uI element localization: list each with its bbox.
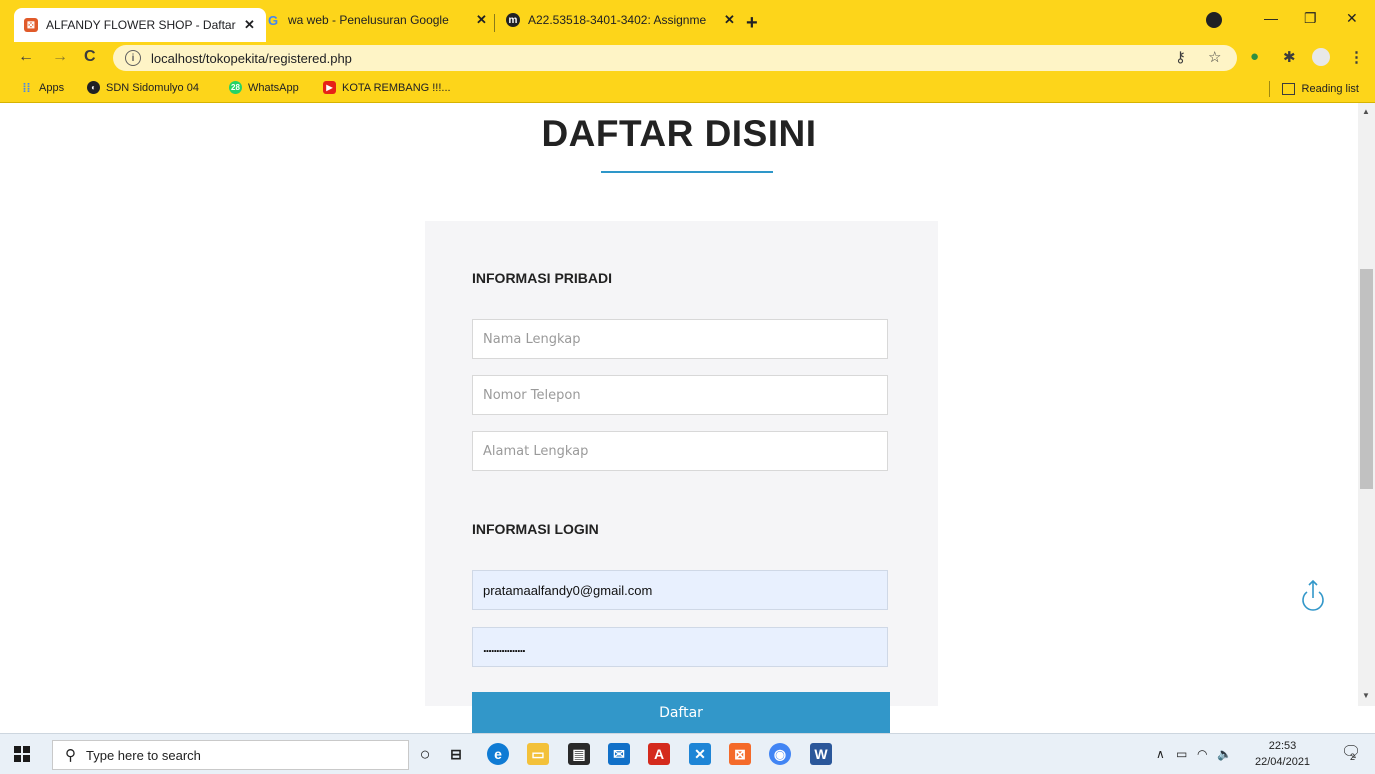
menu-kebab-icon[interactable]: ⋮: [1349, 48, 1364, 66]
word-icon[interactable]: W: [810, 743, 832, 765]
tray-chevron-icon[interactable]: ∧: [1156, 747, 1165, 761]
windows-start-icon[interactable]: [14, 746, 30, 762]
tab-separator: [494, 14, 495, 32]
bookmark-whatsapp[interactable]: 28 WhatsApp: [229, 81, 299, 94]
scroll-down-arrow-icon[interactable]: ▼: [1362, 691, 1370, 700]
wifi-icon[interactable]: ◠: [1197, 747, 1207, 761]
scrollbar-thumb[interactable]: [1360, 269, 1373, 489]
daftar-submit-button[interactable]: Daftar: [472, 692, 890, 734]
battery-icon[interactable]: ▭: [1176, 747, 1187, 761]
vscode-icon[interactable]: ✕: [689, 743, 711, 765]
notification-count: 2: [1350, 752, 1356, 762]
reading-list-icon: [1281, 83, 1295, 95]
bookmark-label: SDN Sidomulyo 04: [106, 81, 199, 94]
divider: [1268, 81, 1270, 97]
chrome-icon[interactable]: ◉: [769, 743, 791, 765]
tab-google-search[interactable]: G wa web - Penelusuran Google ✕: [266, 6, 488, 34]
cortana-icon[interactable]: ○: [414, 743, 436, 765]
reading-list-label: Reading list: [1301, 83, 1359, 95]
google-favicon-icon: G: [267, 12, 279, 28]
scroll-to-top-icon[interactable]: [1298, 578, 1328, 612]
extensions-puzzle-icon[interactable]: ✱: [1283, 48, 1296, 66]
tab-title: A22.53518-3401-3402: Assignme: [528, 13, 707, 27]
browser-tab-bar: ⊠ ALFANDY FLOWER SHOP - Daftar ✕ G wa we…: [0, 0, 1375, 42]
tab-search-icon[interactable]: [1206, 12, 1222, 28]
notifications-icon[interactable]: 🗨 2: [1341, 742, 1361, 762]
globe-icon: ◐: [87, 81, 100, 94]
clock-date: 22/04/2021: [1255, 756, 1311, 768]
microsoft-store-icon[interactable]: ▤: [568, 743, 590, 765]
bookmark-kota-rembang[interactable]: ▶ KOTA REMBANG !!!...: [323, 81, 451, 94]
apps-grid-icon: ⁞⁞: [22, 80, 31, 95]
bookmark-label: KOTA REMBANG !!!...: [342, 81, 451, 94]
forward-arrow-icon[interactable]: →: [52, 48, 68, 66]
personal-info-heading: INFORMASI PRIBADI: [472, 270, 612, 286]
close-window-icon[interactable]: ✕: [1346, 10, 1358, 27]
address-input[interactable]: [472, 431, 888, 471]
bookmark-star-icon[interactable]: ☆: [1208, 48, 1221, 66]
tab-title: ALFANDY FLOWER SHOP - Daftar: [46, 18, 236, 32]
full-name-input[interactable]: [472, 319, 888, 359]
password-input[interactable]: [472, 627, 888, 667]
browser-toolbar: ← → C i localhost/tokopekita/registered.…: [0, 42, 1375, 74]
bookmark-apps[interactable]: ⁞⁞ Apps: [20, 80, 65, 95]
bookmarks-bar: ⁞⁞ Apps ◐ SDN Sidomulyo 04 28 WhatsApp ▶…: [0, 74, 1375, 103]
extension-globe-icon[interactable]: ●: [1250, 48, 1259, 65]
tab-close-icon[interactable]: ✕: [476, 12, 487, 28]
address-bar[interactable]: i localhost/tokopekita/registered.php: [113, 45, 1237, 71]
tab-title: wa web - Penelusuran Google: [288, 13, 449, 27]
taskbar-search-box[interactable]: ⚲ Type here to search: [52, 740, 409, 770]
search-icon: ⚲: [65, 747, 76, 764]
reload-icon[interactable]: C: [84, 48, 96, 66]
email-input[interactable]: [472, 570, 888, 610]
windows-taskbar: ⚲ Type here to search ○ ⊟ e ▭ ▤ ✉ A ✕ ⊠ …: [0, 733, 1375, 774]
bookmark-sdn-sidomulyo[interactable]: ◐ SDN Sidomulyo 04: [87, 81, 199, 94]
moodle-favicon-icon: m: [506, 13, 520, 27]
edge-browser-icon[interactable]: e: [487, 743, 509, 765]
tab-assignment[interactable]: m A22.53518-3401-3402: Assignme ✕: [506, 6, 736, 34]
title-underline: [601, 171, 773, 173]
xampp-favicon-icon: ⊠: [24, 18, 38, 32]
phone-number-input[interactable]: [472, 375, 888, 415]
new-tab-button[interactable]: +: [746, 13, 758, 33]
page-title: DAFTAR DISINI: [541, 113, 817, 154]
mail-icon[interactable]: ✉: [608, 743, 630, 765]
scroll-up-arrow-icon[interactable]: ▲: [1362, 107, 1370, 116]
whatsapp-icon: 28: [229, 81, 242, 94]
volume-icon[interactable]: 🔈: [1217, 747, 1232, 761]
login-info-heading: INFORMASI LOGIN: [472, 521, 599, 537]
tab-alfandy-flower-shop[interactable]: ⊠ ALFANDY FLOWER SHOP - Daftar ✕: [14, 8, 266, 42]
bookmark-label: Apps: [39, 81, 65, 94]
file-explorer-icon[interactable]: ▭: [527, 743, 549, 765]
page-scrollbar[interactable]: ▲ ▼: [1358, 103, 1375, 706]
clock-time: 22:53: [1268, 740, 1297, 752]
reading-list-button[interactable]: Reading list: [1268, 81, 1359, 97]
restore-icon[interactable]: ❐: [1304, 10, 1317, 27]
task-view-icon[interactable]: ⊟: [445, 743, 467, 765]
tab-close-icon[interactable]: ✕: [724, 12, 735, 28]
site-info-icon[interactable]: i: [125, 50, 141, 66]
youtube-icon: ▶: [323, 81, 336, 94]
system-clock[interactable]: 22:53 22/04/2021: [1255, 738, 1310, 770]
back-arrow-icon[interactable]: ←: [18, 48, 34, 66]
search-placeholder: Type here to search: [86, 747, 201, 763]
url-text: localhost/tokopekita/registered.php: [151, 50, 352, 66]
xampp-icon[interactable]: ⊠: [729, 743, 751, 765]
tab-close-icon[interactable]: ✕: [244, 17, 255, 33]
key-icon[interactable]: ⚷: [1175, 48, 1186, 66]
profile-avatar-icon[interactable]: [1312, 48, 1330, 66]
minimize-icon[interactable]: —: [1264, 10, 1278, 26]
acrobat-reader-icon[interactable]: A: [648, 743, 670, 765]
bookmark-label: WhatsApp: [248, 81, 299, 94]
